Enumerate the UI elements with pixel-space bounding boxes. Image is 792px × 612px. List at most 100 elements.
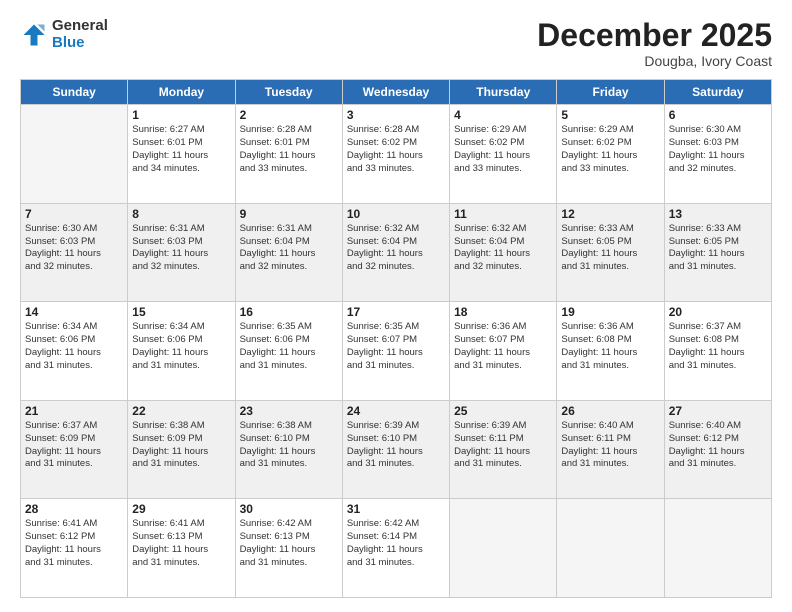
day-number: 8 — [132, 207, 230, 221]
day-cell — [450, 499, 557, 598]
day-number: 28 — [25, 502, 123, 516]
day-number: 10 — [347, 207, 445, 221]
day-info: Sunrise: 6:34 AM Sunset: 6:06 PM Dayligh… — [132, 321, 230, 372]
day-info: Sunrise: 6:39 AM Sunset: 6:11 PM Dayligh… — [454, 420, 552, 471]
day-number: 16 — [240, 305, 338, 319]
day-cell: 3 Sunrise: 6:28 AM Sunset: 6:02 PM Daylig… — [342, 105, 449, 204]
day-cell: 14 Sunrise: 6:34 AM Sunset: 6:06 PM Dayli… — [21, 302, 128, 401]
day-info: Sunrise: 6:37 AM Sunset: 6:09 PM Dayligh… — [25, 420, 123, 471]
day-number: 3 — [347, 108, 445, 122]
logo: General Blue — [20, 18, 108, 51]
logo-general-text: General — [52, 18, 108, 35]
day-cell: 18Sunrise: 6:36 AM Sunset: 6:07 PM Dayli… — [450, 302, 557, 401]
day-info: Sunrise: 6:27 AM Sunset: 6:01 PM Dayligh… — [132, 124, 230, 175]
col-header-wednesday: Wednesday — [342, 80, 449, 105]
day-info: Sunrise: 6:31 AM Sunset: 6:04 PM Dayligh… — [240, 223, 338, 274]
day-cell: 17Sunrise: 6:35 AM Sunset: 6:07 PM Dayli… — [342, 302, 449, 401]
day-cell: 6Sunrise: 6:30 AM Sunset: 6:03 PM Daylig… — [664, 105, 771, 204]
day-cell: 8 Sunrise: 6:31 AM Sunset: 6:03 PM Daylig… — [128, 203, 235, 302]
col-header-thursday: Thursday — [450, 80, 557, 105]
day-number: 21 — [25, 404, 123, 418]
logo-blue-text: Blue — [52, 35, 108, 52]
day-number: 27 — [669, 404, 767, 418]
day-number: 31 — [347, 502, 445, 516]
day-info: Sunrise: 6:31 AM Sunset: 6:03 PM Dayligh… — [132, 223, 230, 274]
day-number: 12 — [561, 207, 659, 221]
day-info: Sunrise: 6:29 AM Sunset: 6:02 PM Dayligh… — [454, 124, 552, 175]
col-header-friday: Friday — [557, 80, 664, 105]
day-info: Sunrise: 6:37 AM Sunset: 6:08 PM Dayligh… — [669, 321, 767, 372]
day-cell: 31 Sunrise: 6:42 AM Sunset: 6:14 PM Dayli… — [342, 499, 449, 598]
day-number: 1 — [132, 108, 230, 122]
day-info: Sunrise: 6:32 AM Sunset: 6:04 PM Dayligh… — [347, 223, 445, 274]
page: General Blue December 2025 Dougba, Ivory… — [0, 0, 792, 612]
day-info: Sunrise: 6:28 AM Sunset: 6:02 PM Dayligh… — [347, 124, 445, 175]
day-number: 14 — [25, 305, 123, 319]
day-cell: 15 Sunrise: 6:34 AM Sunset: 6:06 PM Dayli… — [128, 302, 235, 401]
col-header-sunday: Sunday — [21, 80, 128, 105]
day-cell: 5 Sunrise: 6:29 AM Sunset: 6:02 PM Daylig… — [557, 105, 664, 204]
day-info: Sunrise: 6:41 AM Sunset: 6:13 PM Dayligh… — [132, 518, 230, 569]
day-info: Sunrise: 6:33 AM Sunset: 6:05 PM Dayligh… — [561, 223, 659, 274]
col-header-monday: Monday — [128, 80, 235, 105]
week-row-3: 14 Sunrise: 6:34 AM Sunset: 6:06 PM Dayli… — [21, 302, 772, 401]
day-cell: 19 Sunrise: 6:36 AM Sunset: 6:08 PM Dayli… — [557, 302, 664, 401]
day-cell: 1 Sunrise: 6:27 AM Sunset: 6:01 PM Daylig… — [128, 105, 235, 204]
day-cell: 24 Sunrise: 6:39 AM Sunset: 6:10 PM Dayli… — [342, 400, 449, 499]
title-block: December 2025 Dougba, Ivory Coast — [537, 18, 772, 69]
day-number: 5 — [561, 108, 659, 122]
day-info: Sunrise: 6:38 AM Sunset: 6:10 PM Dayligh… — [240, 420, 338, 471]
header-row: SundayMondayTuesdayWednesdayThursdayFrid… — [21, 80, 772, 105]
day-number: 26 — [561, 404, 659, 418]
day-number: 23 — [240, 404, 338, 418]
day-number: 30 — [240, 502, 338, 516]
day-number: 11 — [454, 207, 552, 221]
day-number: 19 — [561, 305, 659, 319]
week-row-4: 21 Sunrise: 6:37 AM Sunset: 6:09 PM Dayli… — [21, 400, 772, 499]
day-cell — [664, 499, 771, 598]
day-number: 25 — [454, 404, 552, 418]
logo-text: General Blue — [52, 18, 108, 51]
col-header-saturday: Saturday — [664, 80, 771, 105]
day-cell: 25 Sunrise: 6:39 AM Sunset: 6:11 PM Dayli… — [450, 400, 557, 499]
day-number: 4 — [454, 108, 552, 122]
day-info: Sunrise: 6:36 AM Sunset: 6:08 PM Dayligh… — [561, 321, 659, 372]
day-info: Sunrise: 6:35 AM Sunset: 6:06 PM Dayligh… — [240, 321, 338, 372]
day-info: Sunrise: 6:34 AM Sunset: 6:06 PM Dayligh… — [25, 321, 123, 372]
day-info: Sunrise: 6:42 AM Sunset: 6:14 PM Dayligh… — [347, 518, 445, 569]
header: General Blue December 2025 Dougba, Ivory… — [20, 18, 772, 69]
day-number: 9 — [240, 207, 338, 221]
location: Dougba, Ivory Coast — [537, 53, 772, 69]
day-info: Sunrise: 6:41 AM Sunset: 6:12 PM Dayligh… — [25, 518, 123, 569]
day-number: 20 — [669, 305, 767, 319]
day-number: 13 — [669, 207, 767, 221]
day-number: 18 — [454, 305, 552, 319]
day-cell: 7Sunrise: 6:30 AM Sunset: 6:03 PM Daylig… — [21, 203, 128, 302]
day-cell: 4 Sunrise: 6:29 AM Sunset: 6:02 PM Daylig… — [450, 105, 557, 204]
day-info: Sunrise: 6:32 AM Sunset: 6:04 PM Dayligh… — [454, 223, 552, 274]
calendar-table: SundayMondayTuesdayWednesdayThursdayFrid… — [20, 79, 772, 598]
day-info: Sunrise: 6:28 AM Sunset: 6:01 PM Dayligh… — [240, 124, 338, 175]
day-info: Sunrise: 6:39 AM Sunset: 6:10 PM Dayligh… — [347, 420, 445, 471]
day-number: 2 — [240, 108, 338, 122]
day-info: Sunrise: 6:38 AM Sunset: 6:09 PM Dayligh… — [132, 420, 230, 471]
day-number: 15 — [132, 305, 230, 319]
day-info: Sunrise: 6:29 AM Sunset: 6:02 PM Dayligh… — [561, 124, 659, 175]
day-cell: 28 Sunrise: 6:41 AM Sunset: 6:12 PM Dayli… — [21, 499, 128, 598]
day-cell: 9 Sunrise: 6:31 AM Sunset: 6:04 PM Daylig… — [235, 203, 342, 302]
day-number: 17 — [347, 305, 445, 319]
day-info: Sunrise: 6:42 AM Sunset: 6:13 PM Dayligh… — [240, 518, 338, 569]
day-info: Sunrise: 6:33 AM Sunset: 6:05 PM Dayligh… — [669, 223, 767, 274]
day-cell: 2 Sunrise: 6:28 AM Sunset: 6:01 PM Daylig… — [235, 105, 342, 204]
day-number: 29 — [132, 502, 230, 516]
day-cell: 30 Sunrise: 6:42 AM Sunset: 6:13 PM Dayli… — [235, 499, 342, 598]
week-row-5: 28 Sunrise: 6:41 AM Sunset: 6:12 PM Dayli… — [21, 499, 772, 598]
logo-icon — [20, 21, 48, 49]
day-number: 24 — [347, 404, 445, 418]
week-row-1: 1 Sunrise: 6:27 AM Sunset: 6:01 PM Daylig… — [21, 105, 772, 204]
day-cell — [557, 499, 664, 598]
day-cell: 11 Sunrise: 6:32 AM Sunset: 6:04 PM Dayli… — [450, 203, 557, 302]
day-number: 22 — [132, 404, 230, 418]
day-cell: 23 Sunrise: 6:38 AM Sunset: 6:10 PM Dayli… — [235, 400, 342, 499]
day-number: 6 — [669, 108, 767, 122]
